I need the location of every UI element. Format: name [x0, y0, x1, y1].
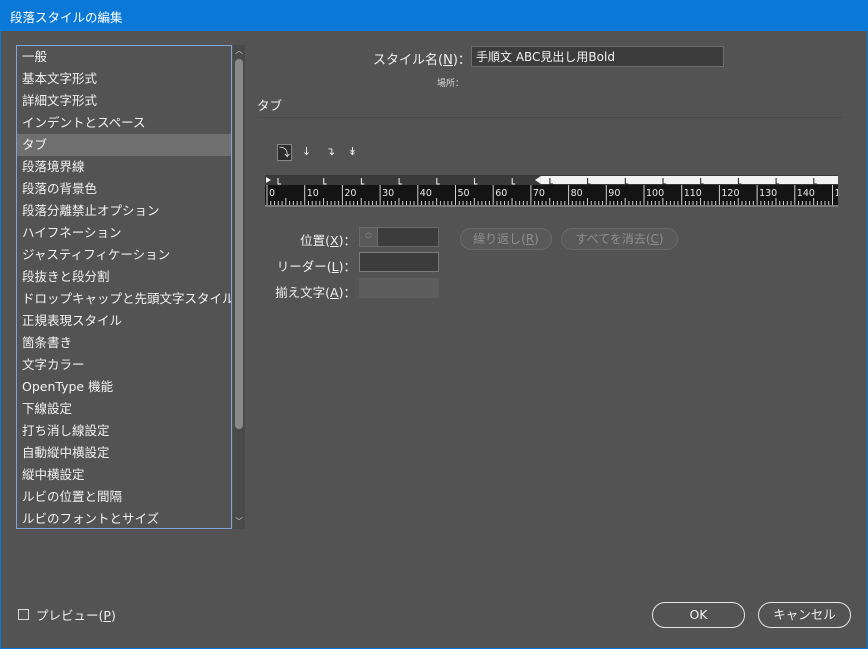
- tab-ruler[interactable]: 0 10 20 30 40 50 60 70 80 90 100 110 120 130 140 1: [265, 175, 841, 207]
- dialog-title-bar[interactable]: 段落スタイルの編集: [0, 0, 868, 31]
- category-list[interactable]: 一般 基本文字形式 詳細文字形式 インデントとスペース タブ 段落境界線 段落の背景色 段落分…: [16, 45, 232, 529]
- section-title: タブ: [257, 98, 283, 113]
- category-item[interactable]: 詳細文字形式: [17, 90, 231, 112]
- category-item[interactable]: OpenType 機能: [17, 376, 231, 398]
- align-on-label: 揃え文字(A)：: [275, 285, 356, 300]
- ruler-label: 20: [344, 188, 356, 199]
- preview-checkbox[interactable]: [18, 609, 29, 620]
- position-label: 位置(X)：: [300, 233, 356, 248]
- category-item[interactable]: 箇条書き: [17, 332, 231, 354]
- align-to-decimal-tab-icon[interactable]: ↡: [345, 144, 360, 161]
- category-item[interactable]: 縦中横設定: [17, 464, 231, 486]
- left-justified-tab-icon[interactable]: ⤵: [277, 144, 292, 161]
- ruler-bottom-edge: [265, 205, 838, 207]
- position-field[interactable]: ︿ ﹀: [359, 227, 439, 247]
- section-divider: [257, 117, 842, 118]
- category-item[interactable]: 正規表現スタイル: [17, 310, 231, 332]
- category-item[interactable]: 打ち消し線設定: [17, 420, 231, 442]
- category-item[interactable]: 段抜きと段分割: [17, 266, 231, 288]
- category-item[interactable]: 段落分離禁止オプション: [17, 200, 231, 222]
- category-item[interactable]: インデントとスペース: [17, 112, 231, 134]
- category-item[interactable]: 下線設定: [17, 398, 231, 420]
- ruler-label: 10: [307, 188, 319, 199]
- leader-label: リーダー(L)：: [276, 259, 356, 274]
- category-list-scrollbar[interactable]: ︿ ﹀: [233, 45, 245, 529]
- style-name-input[interactable]: [471, 46, 724, 67]
- ruler-label: 0: [269, 188, 275, 199]
- ruler-label: 130: [759, 188, 777, 199]
- ruler-label: 50: [458, 188, 470, 199]
- category-item[interactable]: ルビの位置と間隔: [17, 486, 231, 508]
- ruler-label: 100: [646, 188, 664, 199]
- position-stepper-icon[interactable]: ︿ ﹀: [360, 228, 378, 246]
- ok-button[interactable]: OK: [652, 602, 745, 628]
- leader-input[interactable]: [359, 252, 439, 272]
- repeat-tab-button[interactable]: 繰り返し(R): [460, 228, 552, 250]
- center-justified-tab-icon[interactable]: ↓: [299, 144, 314, 161]
- clear-all-button[interactable]: すべてを消去(C): [561, 228, 678, 250]
- category-item[interactable]: 段落境界線: [17, 156, 231, 178]
- category-item[interactable]: 自動縦中横設定: [17, 442, 231, 464]
- scrollbar-thumb[interactable]: [235, 59, 243, 429]
- ruler-label: 70: [533, 188, 545, 199]
- cancel-button[interactable]: キャンセル: [758, 602, 851, 628]
- ruler-label: 30: [382, 188, 394, 199]
- category-item[interactable]: タブ: [17, 134, 231, 156]
- ruler-label: 90: [608, 188, 620, 199]
- right-justified-tab-icon[interactable]: ↴: [323, 144, 338, 161]
- scroll-up-arrow-icon[interactable]: ︿: [234, 45, 244, 56]
- dialog-title: 段落スタイルの編集: [10, 10, 123, 25]
- scroll-down-arrow-icon[interactable]: ﹀: [234, 516, 244, 527]
- location-label: 場所：: [437, 79, 465, 89]
- position-input[interactable]: [378, 228, 438, 246]
- ruler-label: 40: [420, 188, 432, 199]
- category-item[interactable]: ジャスティフィケーション: [17, 244, 231, 266]
- ruler-label: 120: [721, 188, 739, 199]
- preview-label: プレビュー(P): [36, 608, 116, 623]
- category-item[interactable]: ハイフネーション: [17, 222, 231, 244]
- category-item[interactable]: 基本文字形式: [17, 68, 231, 90]
- category-item[interactable]: ドロップキャップと先頭文字スタイル: [17, 288, 231, 310]
- preview-checkbox-row[interactable]: プレビュー(P): [18, 605, 116, 624]
- style-name-label: スタイル名(N)：: [373, 53, 471, 68]
- ruler-label: 80: [571, 188, 583, 199]
- ruler-label: 1: [835, 188, 839, 199]
- ruler-label: 110: [684, 188, 702, 199]
- align-on-input[interactable]: [359, 278, 439, 298]
- right-indent-area: [540, 176, 838, 184]
- category-item[interactable]: ルビのフォントとサイズ: [17, 508, 231, 528]
- ruler-label: 140: [797, 188, 815, 199]
- window-border-left: [0, 31, 1, 649]
- ruler-label: 60: [495, 188, 507, 199]
- category-item[interactable]: 文字カラー: [17, 354, 231, 376]
- category-item[interactable]: 一般: [17, 46, 231, 68]
- category-item[interactable]: 段落の背景色: [17, 178, 231, 200]
- tab-ruler-graphic[interactable]: 0 10 20 30 40 50 60 70 80 90 100 110 120 130 140 1: [265, 175, 841, 207]
